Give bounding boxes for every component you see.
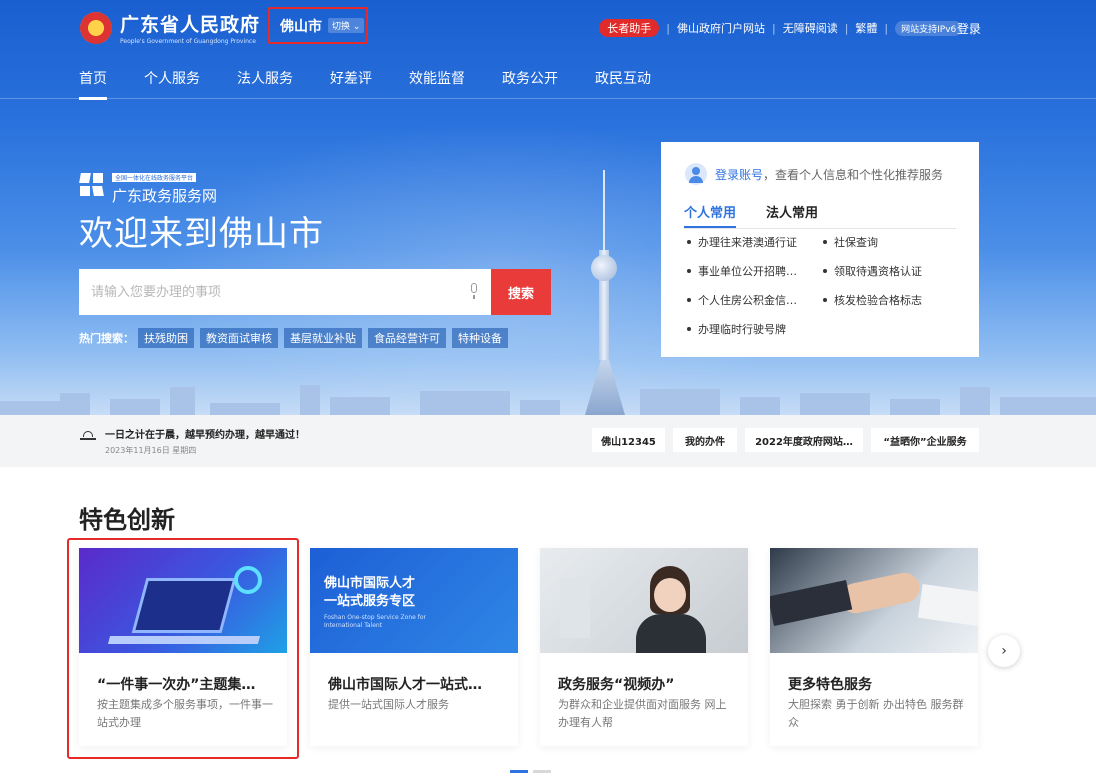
microphone-icon[interactable] <box>469 283 479 299</box>
service-link[interactable]: 个人住房公积金信… <box>685 292 821 308</box>
national-emblem-icon <box>80 11 112 44</box>
feature-desc: 大胆探索 勇于创新 办出特色 服务群众 <box>788 698 964 729</box>
login-hint: ，查看个人信息和个性化推荐服务 <box>763 167 944 182</box>
hot-search-label: 热门搜索： <box>79 332 134 345</box>
logo-subtitle: People's Government of Guangdong Provinc… <box>120 38 256 45</box>
highlight-box <box>67 538 299 759</box>
common-services: 办理往来港澳通行证 社保查询 事业单位公开招聘… 领取待遇资格认证 个人住房公积… <box>685 234 965 337</box>
city-skyline-illustration <box>0 375 1096 415</box>
nav-supervision[interactable]: 效能监督 <box>409 68 465 98</box>
chevron-right-icon: › <box>1001 643 1007 659</box>
nav-divider <box>0 98 1096 99</box>
service-link[interactable]: 办理往来港澳通行证 <box>685 234 821 250</box>
notice: 一日之计在于晨，越早预约办理，越早通过！ 2023年11月16日 星期四 <box>80 426 305 456</box>
hot-tag[interactable]: 扶残助困 <box>138 328 194 348</box>
city-switch[interactable]: 佛山市 切换 ⌄ <box>268 7 368 44</box>
quick-link-12345[interactable]: 佛山12345 <box>592 428 665 452</box>
talent-zone-banner: 佛山市国际人才 一站式服务专区 Foshan One-stop Service … <box>310 548 518 653</box>
search-input[interactable] <box>79 269 491 315</box>
nav-home[interactable]: 首页 <box>79 68 107 100</box>
feature-desc: 为群众和企业提供面对面服务 网上办理有人帮 <box>558 698 727 729</box>
service-link[interactable]: 办理临时行驶号牌 <box>685 321 821 337</box>
login-link[interactable]: 登录 <box>957 20 981 37</box>
feature-title: 更多特色服务 <box>788 677 872 693</box>
search-button[interactable]: 搜索 <box>491 269 551 315</box>
ipv6-badge: 网站支持IPv6 <box>895 20 963 36</box>
carousel-dots <box>510 770 556 773</box>
traditional-chinese-link[interactable]: 繁體 <box>855 20 877 36</box>
main-nav: 首页 个人服务 法人服务 好差评 效能监督 政务公开 政民互动 <box>79 68 688 100</box>
service-link[interactable]: 社保查询 <box>821 234 957 250</box>
feature-desc: 提供一站式国际人才服务 <box>328 698 449 711</box>
service-tabs: 个人常用 法人常用 <box>684 202 956 229</box>
notice-date: 2023年11月16日 星期四 <box>105 446 197 455</box>
features-title: 特色创新 <box>79 506 175 534</box>
top-links: 长者助手 | 佛山政府门户网站 | 无障碍阅读 | 繁體 | 网站支持IPv6 … <box>599 19 980 37</box>
login-panel: 登录账号 ，查看个人信息和个性化推荐服务 个人常用 法人常用 办理往来港澳通行证… <box>661 142 979 357</box>
foshan-portal-link[interactable]: 佛山政府门户网站 <box>677 20 765 36</box>
nav-legal-service[interactable]: 法人服务 <box>237 68 293 98</box>
service-link[interactable]: 核发检验合格标志 <box>821 292 957 308</box>
sunrise-icon <box>80 427 96 441</box>
user-avatar-icon <box>685 163 707 185</box>
nav-personal-service[interactable]: 个人服务 <box>144 68 200 98</box>
feature-card-talent[interactable]: 佛山市国际人才 一站式服务专区 Foshan One-stop Service … <box>310 548 518 746</box>
carousel-dot[interactable] <box>533 770 551 773</box>
notice-strip: 一日之计在于晨，越早预约办理，越早通过！ 2023年11月16日 星期四 佛山1… <box>0 415 1096 467</box>
quick-link-annual-report[interactable]: 2022年度政府网站… <box>745 428 863 452</box>
hot-tag[interactable]: 基层就业补贴 <box>284 328 362 348</box>
accessible-reading-link[interactable]: 无障碍阅读 <box>783 20 838 36</box>
quick-link-my-cases[interactable]: 我的办件 <box>673 428 737 452</box>
feature-card-video[interactable]: 政务服务“视频办” 为群众和企业提供面对面服务 网上办理有人帮 <box>540 548 748 746</box>
service-link[interactable]: 领取待遇资格认证 <box>821 263 957 279</box>
login-prompt: 登录账号 ，查看个人信息和个性化推荐服务 <box>685 163 943 185</box>
login-account-link[interactable]: 登录账号 <box>715 166 763 183</box>
nav-interaction[interactable]: 政民互动 <box>595 68 651 98</box>
feature-card-more[interactable]: 更多特色服务 大胆探索 勇于创新 办出特色 服务群众 <box>770 548 978 746</box>
hero-banner: 广东省人民政府 People's Government of Guangdong… <box>0 0 1096 415</box>
customer-service-photo <box>540 548 748 653</box>
hot-tag[interactable]: 食品经营许可 <box>368 328 446 348</box>
nav-gov-affairs[interactable]: 政务公开 <box>502 68 558 98</box>
hot-tag[interactable]: 特种设备 <box>452 328 508 348</box>
tab-personal[interactable]: 个人常用 <box>684 202 737 228</box>
switch-city-button[interactable]: 切换 ⌄ <box>328 18 365 33</box>
platform-logo[interactable]: 全国一体化在线政务服务平台 广东政务服务网 <box>79 165 218 206</box>
carousel-dot-active[interactable] <box>510 770 528 773</box>
feature-title: 政务服务“视频办” <box>558 677 675 693</box>
carousel-next-button[interactable]: › <box>988 635 1020 667</box>
platform-logo-icon <box>79 172 106 199</box>
platform-name: 广东政务服务网 <box>112 187 218 205</box>
platform-tagline: 全国一体化在线政务服务平台 <box>112 173 197 182</box>
elder-assistant-link[interactable]: 长者助手 <box>599 19 660 37</box>
hot-searches: 热门搜索： 扶残助困 教资面试审核 基层就业补贴 食品经营许可 特种设备 <box>79 328 514 348</box>
search-bar: 搜索 <box>79 269 551 315</box>
current-city: 佛山市 <box>280 18 322 35</box>
notice-message: 一日之计在于晨，越早预约办理，越早通过！ <box>105 430 305 441</box>
site-logo[interactable]: 广东省人民政府 People's Government of Guangdong… <box>80 10 260 45</box>
quick-link-enterprise[interactable]: “益晒你”企业服务 <box>871 428 979 452</box>
welcome-heading: 欢迎来到佛山市 <box>79 214 324 254</box>
nav-evaluation[interactable]: 好差评 <box>330 68 372 98</box>
logo-title: 广东省人民政府 <box>120 14 261 36</box>
handshake-photo <box>770 548 978 653</box>
tab-legal[interactable]: 法人常用 <box>766 202 818 228</box>
chevron-down-icon: ⌄ <box>352 22 361 32</box>
service-link[interactable]: 事业单位公开招聘… <box>685 263 821 279</box>
feature-title: 佛山市国际人才一站式… <box>328 677 482 693</box>
hot-tag[interactable]: 教资面试审核 <box>200 328 278 348</box>
